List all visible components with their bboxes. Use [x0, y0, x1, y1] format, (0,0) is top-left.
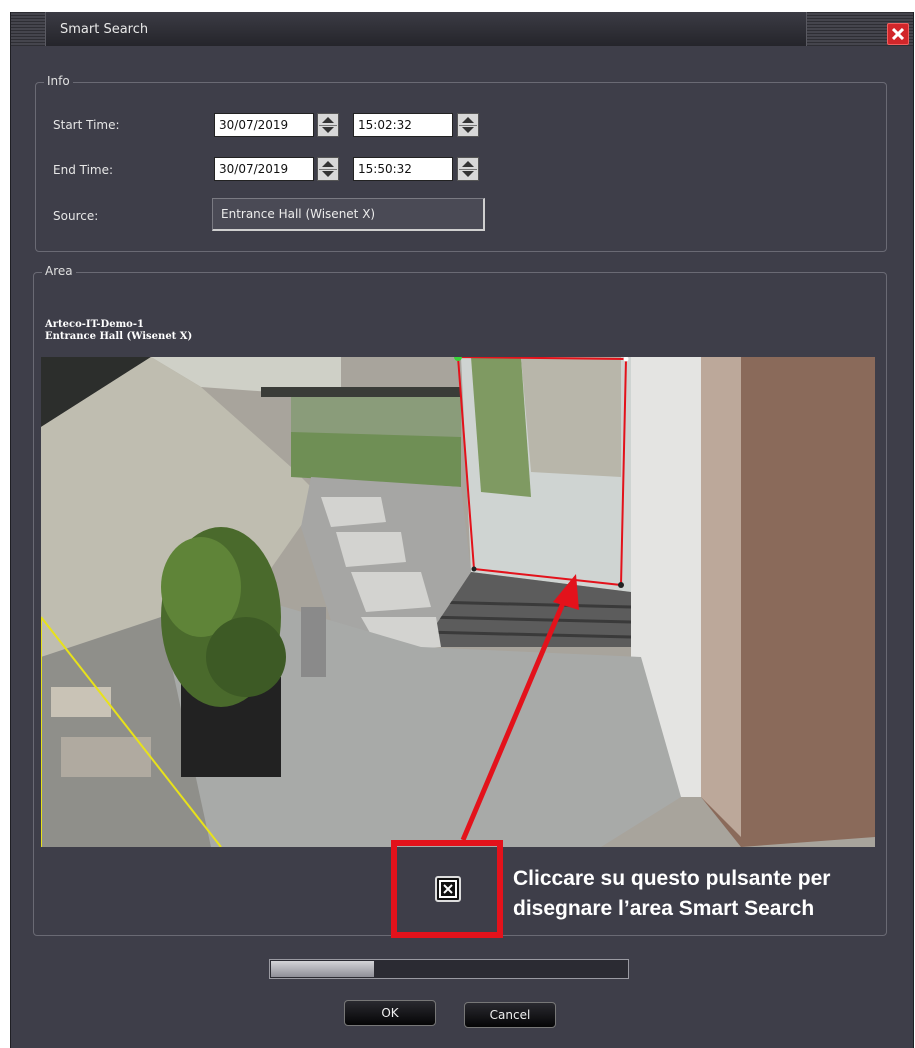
ok-button[interactable]: OK	[344, 1000, 436, 1026]
spin-up-icon	[322, 161, 334, 167]
annotation-text: Cliccare su questo pulsante per disegnar…	[513, 864, 830, 924]
close-button[interactable]	[887, 23, 909, 45]
progress-fill	[271, 961, 374, 977]
spin-down-icon	[322, 171, 334, 177]
camera-name: Arteco-IT-Demo-1	[45, 319, 144, 330]
camera-caption: Arteco-IT-Demo-1 Entrance Hall (Wisenet …	[45, 319, 192, 343]
cancel-button[interactable]: Cancel	[464, 1002, 556, 1028]
spin-down-icon	[462, 127, 474, 133]
end-date-stepper[interactable]	[317, 157, 339, 181]
draw-area-icon	[439, 880, 457, 898]
end-time-field[interactable]: 15:50:32	[353, 157, 453, 181]
smart-search-window: Smart Search Info Start Time: 30/07/2019…	[10, 12, 914, 1048]
annotation-line1: Cliccare su questo pulsante per	[513, 867, 831, 890]
camera-scene	[40, 353, 875, 848]
source-label: Source:	[53, 209, 99, 223]
start-date-stepper[interactable]	[317, 113, 339, 137]
spin-down-icon	[462, 171, 474, 177]
title-bar-center: Smart Search	[45, 12, 807, 46]
window-title: Smart Search	[60, 22, 149, 37]
info-group-label: Info	[44, 74, 73, 88]
spin-up-icon	[462, 161, 474, 167]
annotation-line2: disegnare l’area Smart Search	[513, 897, 815, 920]
start-time-stepper[interactable]	[457, 113, 479, 137]
draw-area-button[interactable]	[435, 876, 461, 902]
end-time-label: End Time:	[53, 163, 114, 177]
spin-up-icon	[462, 117, 474, 123]
title-bar[interactable]: Smart Search	[11, 12, 913, 46]
start-time-label: Start Time:	[53, 118, 120, 132]
end-date-field[interactable]: 30/07/2019	[214, 157, 314, 181]
camera-video-frame[interactable]	[40, 353, 875, 848]
start-date-field[interactable]: 30/07/2019	[214, 113, 314, 137]
camera-source: Entrance Hall (Wisenet X)	[45, 331, 193, 342]
spin-down-icon	[322, 127, 334, 133]
area-group-label: Area	[42, 264, 76, 278]
end-time-stepper[interactable]	[457, 157, 479, 181]
spin-up-icon	[322, 117, 334, 123]
search-progress-bar	[269, 959, 629, 979]
close-icon	[892, 28, 904, 40]
source-value: Entrance Hall (Wisenet X)	[212, 198, 485, 231]
start-time-field[interactable]: 15:02:32	[353, 113, 453, 137]
